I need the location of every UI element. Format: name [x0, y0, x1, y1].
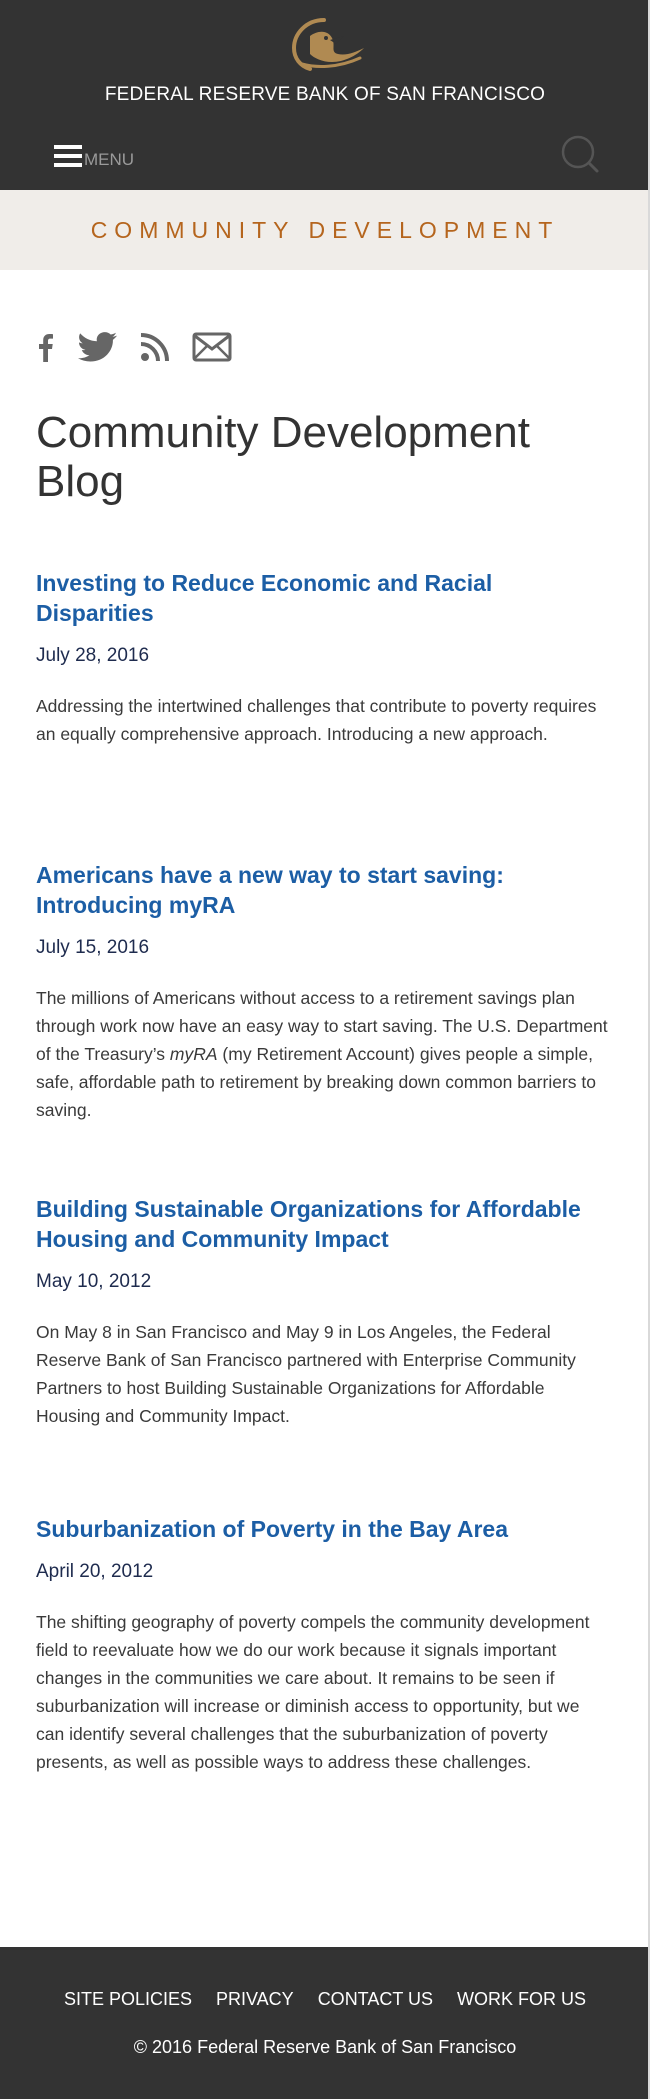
footer-link-site-policies[interactable]: SITE POLICIES [64, 1989, 192, 2010]
page: FEDERAL RESERVE BANK OF SAN FRANCISCO ME… [0, 0, 650, 2099]
post-summary: On May 8 in San Francisco and May 9 in L… [36, 1322, 576, 1426]
footer-link-contact-us[interactable]: CONTACT US [318, 1989, 433, 2010]
post-date: April 20, 2012 [36, 1561, 154, 1582]
copyright: © 2016 Federal Reserve Bank of San Franc… [133, 2037, 517, 2057]
post-date: July 15, 2016 [36, 937, 150, 958]
post-summary: The millions of Americans without access… [36, 984, 611, 1124]
footer-nav: SITE POLICIES PRIVACY CONTACT US WORK FO… [0, 1989, 650, 2010]
menu-label: MENU [84, 150, 135, 169]
site-header: FEDERAL RESERVE BANK OF SAN FRANCISCO ME… [0, 0, 650, 190]
twitter-icon[interactable] [78, 332, 118, 367]
post-summary: Addressing the intertwined challenges th… [36, 696, 597, 744]
eagle-logo-icon[interactable] [280, 14, 368, 74]
post-date: July 28, 2016 [36, 645, 150, 666]
blog-post: Investing to Reduce Economic and Racial … [36, 568, 611, 748]
post-summary: The shifting geography of poverty compel… [36, 1612, 590, 1772]
footer-link-work-for-us[interactable]: WORK FOR US [457, 1989, 586, 2010]
search-icon [561, 135, 599, 173]
blog-post: Americans have a new way to start saving… [36, 860, 611, 1124]
rss-icon[interactable] [140, 332, 170, 367]
facebook-icon[interactable] [36, 332, 56, 367]
footer-link-privacy[interactable]: PRIVACY [216, 1989, 294, 2010]
post-title-link[interactable]: Suburbanization of Poverty in the Bay Ar… [36, 1514, 611, 1544]
social-share-bar [36, 332, 254, 367]
blog-post: Suburbanization of Poverty in the Bay Ar… [36, 1514, 611, 1776]
post-title-link[interactable]: Building Sustainable Organizations for A… [36, 1194, 611, 1254]
site-footer: SITE POLICIES PRIVACY CONTACT US WORK FO… [0, 1947, 650, 2099]
bank-name: FEDERAL RESERVE BANK OF SAN FRANCISCO [104, 84, 546, 105]
section-title-link[interactable]: COMMUNITY DEVELOPMENT [91, 217, 560, 244]
page-title: Community Development Blog [36, 408, 530, 506]
section-banner: COMMUNITY DEVELOPMENT [0, 190, 650, 270]
post-title-link[interactable]: Investing to Reduce Economic and Racial … [36, 568, 611, 628]
search-button[interactable] [560, 134, 600, 174]
post-summary-emphasis: myRA [169, 1044, 218, 1064]
post-title-link[interactable]: Americans have a new way to start saving… [36, 860, 611, 920]
email-icon[interactable] [192, 332, 232, 367]
post-date: May 10, 2012 [36, 1271, 152, 1292]
main-content: Community Development Blog Investing to … [36, 408, 608, 1772]
menu-button[interactable]: MENU [54, 138, 134, 168]
hamburger-icon [54, 145, 82, 167]
blog-post: Building Sustainable Organizations for A… [36, 1194, 611, 1430]
